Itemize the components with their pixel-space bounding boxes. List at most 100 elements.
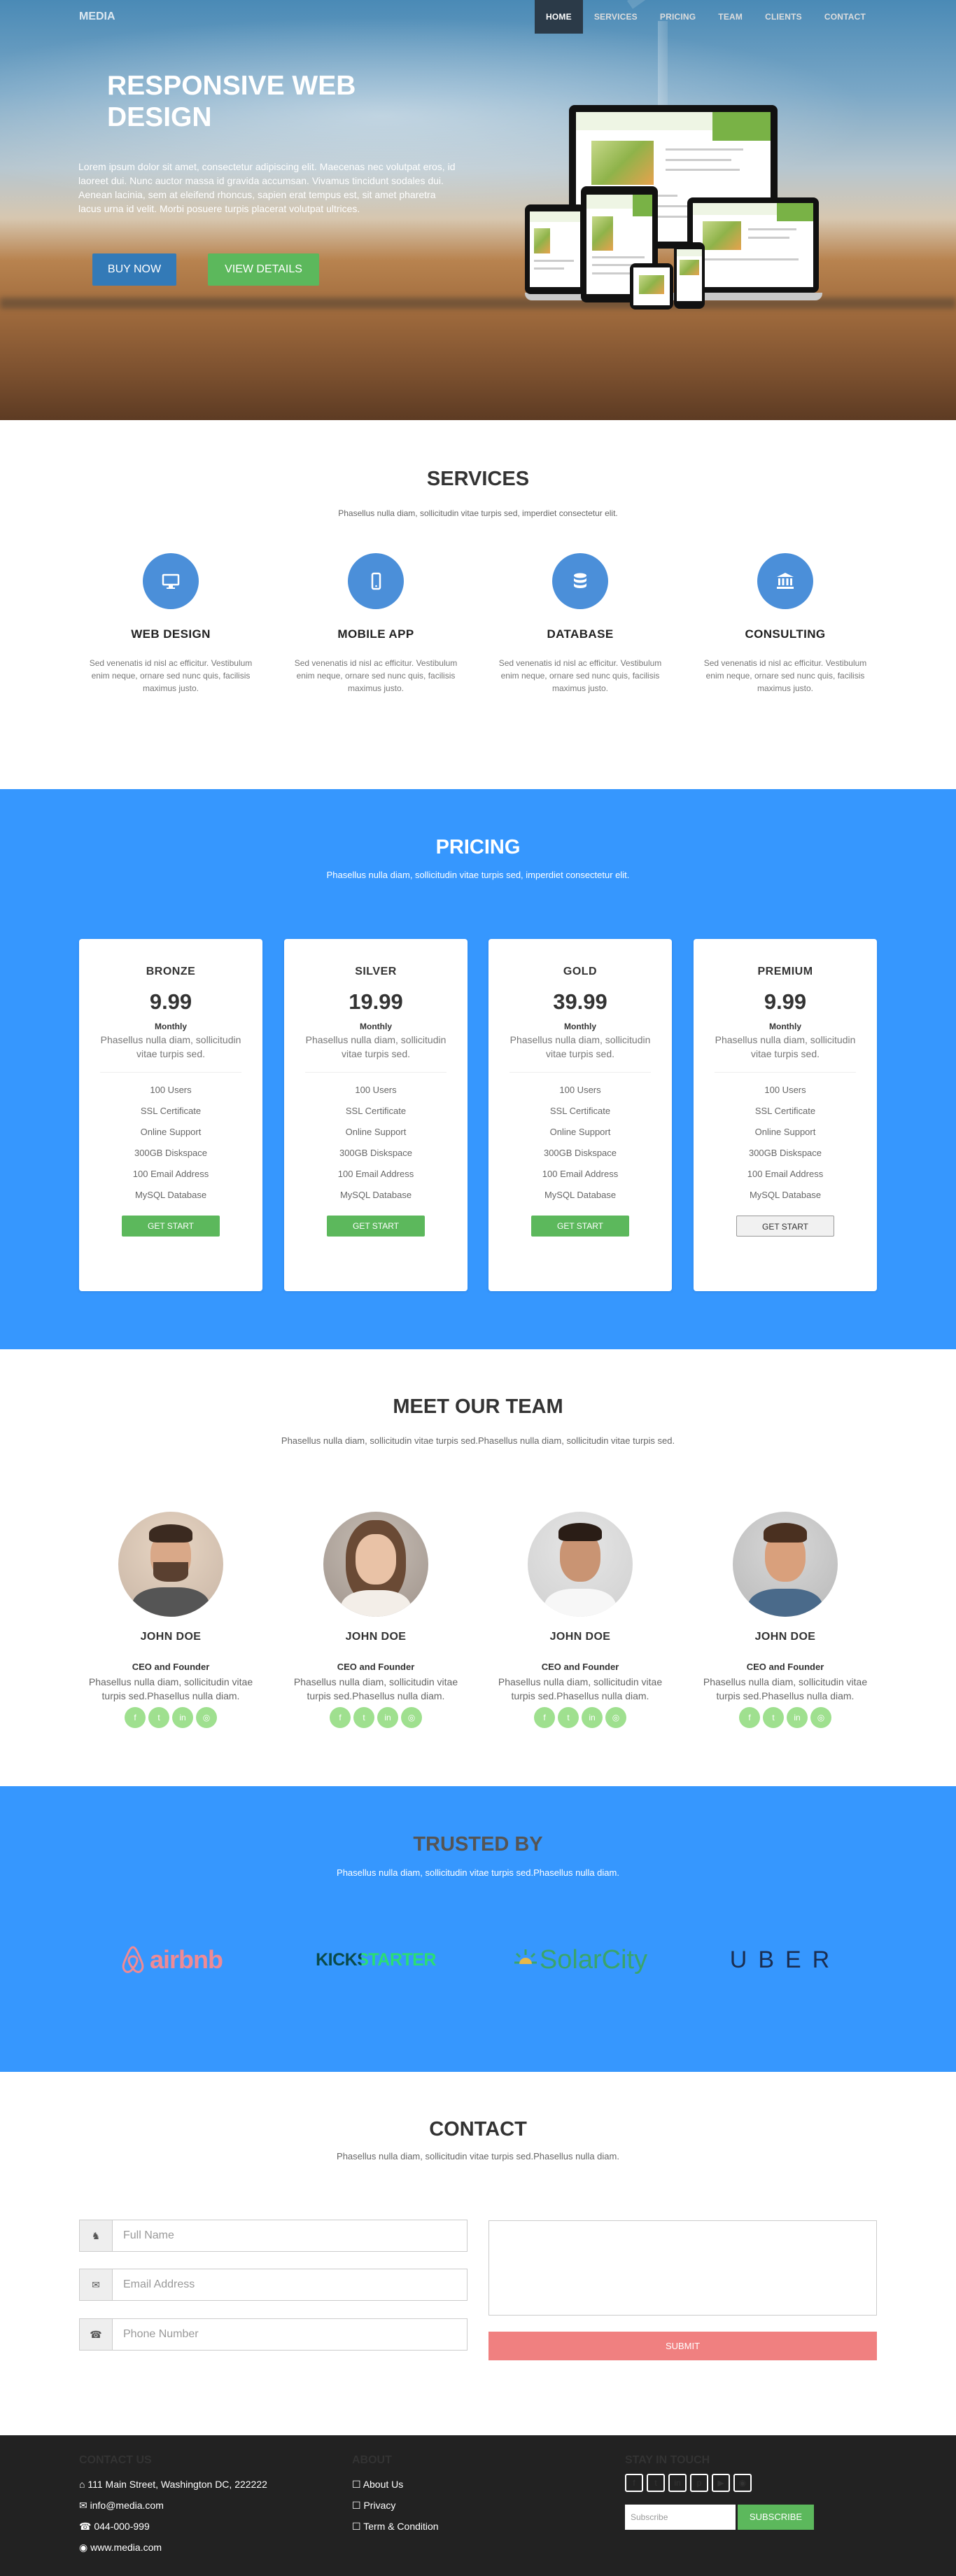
plan-name: PREMIUM [757, 966, 813, 977]
hero-title: RESPONSIVE WEB DESIGN [107, 71, 356, 132]
plan-feature: MySQL Database [544, 1190, 617, 1200]
nav-item-services[interactable]: SERVICES [583, 0, 649, 34]
twitter-icon[interactable]: t [647, 2474, 665, 2492]
envelope-icon: ✉ [79, 2500, 87, 2511]
team-member: JOHN DOE CEO and Founder Phasellus nulla… [488, 1512, 672, 1728]
kickstarter-logo[interactable]: KICKSTARTER [284, 1939, 468, 1981]
linkedin-icon[interactable]: in [172, 1707, 193, 1728]
plan-feature: SSL Certificate [345, 1106, 407, 1116]
footer-link-about[interactable]: About Us [363, 2479, 404, 2490]
plan-feature: Online Support [140, 1127, 202, 1137]
member-bio: Phasellus nulla diam, sollicitudin vitae… [498, 1676, 663, 1701]
service-title: MOBILE APP [337, 627, 414, 641]
message-textarea[interactable] [488, 2220, 877, 2316]
plan-name: BRONZE [146, 966, 196, 977]
mobile-icon [348, 553, 404, 609]
team-subtitle: Phasellus nulla diam, sollicitudin vitae… [281, 1435, 675, 1446]
plan-feature: MySQL Database [339, 1190, 412, 1200]
home-icon: ⌂ [79, 2479, 85, 2490]
service-mobile-app: MOBILE APP Sed venenatis id nisl ac effi… [284, 553, 468, 695]
footer-link-terms[interactable]: Term & Condition [363, 2521, 438, 2532]
plan-feature: SSL Certificate [140, 1106, 202, 1116]
top-navbar: MEDIA HOME SERVICES PRICING TEAM CLIENTS… [0, 0, 956, 34]
get-start-button[interactable]: GET START [736, 1216, 834, 1237]
plan-feature: SSL Certificate [754, 1106, 816, 1116]
get-start-button[interactable]: GET START [531, 1216, 629, 1237]
github-icon[interactable]: ◉ [733, 2474, 752, 2492]
dribbble-icon[interactable]: ◎ [401, 1707, 422, 1728]
footer-email[interactable]: info@media.com [90, 2500, 164, 2511]
footer-link-privacy[interactable]: Privacy [363, 2500, 395, 2511]
nav-item-contact[interactable]: CONTACT [813, 0, 877, 34]
team-member: JOHN DOE CEO and Founder Phasellus nulla… [284, 1512, 468, 1728]
facebook-icon[interactable]: f [330, 1707, 351, 1728]
member-bio: Phasellus nulla diam, sollicitudin vitae… [88, 1676, 253, 1701]
brand-logo[interactable]: MEDIA [79, 11, 115, 23]
member-bio: Phasellus nulla diam, sollicitudin vitae… [703, 1676, 868, 1701]
twitter-icon[interactable]: t [353, 1707, 374, 1728]
plan-desc: Phasellus nulla diam, sollicitudin vitae… [715, 1034, 856, 1059]
email-field[interactable]: ✉ Email Address [79, 2269, 468, 2301]
linkedin-icon[interactable]: in [787, 1707, 808, 1728]
plan-feature: 100 Email Address [542, 1169, 619, 1179]
kickstarter-wordmark: KICKSTARTER [316, 1949, 436, 1970]
avatar [733, 1512, 838, 1617]
dribbble-icon[interactable]: ◎ [196, 1707, 217, 1728]
member-name: JOHN DOE [345, 1631, 407, 1643]
dribbble-icon[interactable]: ◎ [605, 1707, 626, 1728]
linkedin-icon[interactable]: in [668, 2474, 687, 2492]
footer-phone: 044-000-999 [94, 2521, 150, 2532]
plan-feature: 300GB Diskspace [339, 1148, 413, 1158]
airbnb-logo[interactable]: airbnb [79, 1939, 262, 1981]
linkedin-icon[interactable]: in [377, 1707, 398, 1728]
plan-feature: 300GB Diskspace [134, 1148, 208, 1158]
nav-item-clients[interactable]: CLIENTS [754, 0, 813, 34]
facebook-icon[interactable]: f [125, 1707, 146, 1728]
plan-period: Monthly [360, 1022, 392, 1031]
plan-feature: 100 Email Address [132, 1169, 209, 1179]
phone-field[interactable]: ☎ Phone Number [79, 2318, 468, 2351]
plan-desc: Phasellus nulla diam, sollicitudin vitae… [100, 1034, 241, 1059]
facebook-icon[interactable]: f [625, 2474, 643, 2492]
plan-name: SILVER [355, 966, 397, 977]
facebook-icon[interactable]: f [739, 1707, 760, 1728]
submit-button[interactable]: SUBMIT [488, 2332, 877, 2360]
service-text: Sed venenatis id nisl ac efficitur. Vest… [89, 658, 253, 693]
twitter-icon[interactable]: t [763, 1707, 784, 1728]
envelope-icon: ✉ [80, 2269, 113, 2300]
get-start-button[interactable]: GET START [122, 1216, 220, 1237]
nav-item-team[interactable]: TEAM [707, 0, 754, 34]
plan-price: 9.99 [149, 989, 192, 1014]
uber-logo[interactable]: UBER [694, 1939, 877, 1981]
pinterest-icon[interactable]: p [690, 2474, 708, 2492]
service-text: Sed venenatis id nisl ac efficitur. Vest… [703, 658, 867, 693]
plan-period: Monthly [155, 1022, 187, 1031]
service-text: Sed venenatis id nisl ac efficitur. Vest… [498, 658, 662, 693]
uber-wordmark: UBER [729, 1946, 841, 1973]
pricing-card-premium: PREMIUM 9.99 Monthly Phasellus nulla dia… [694, 939, 877, 1291]
solarcity-logo[interactable]: SolarCity [488, 1939, 672, 1981]
member-name: JOHN DOE [140, 1631, 202, 1643]
contact-subtitle: Phasellus nulla diam, sollicitudin vitae… [337, 2151, 619, 2161]
footer-web[interactable]: www.media.com [90, 2542, 162, 2553]
buy-now-button[interactable]: BUY NOW [92, 253, 176, 286]
subscribe-input[interactable]: Subscribe [625, 2505, 736, 2530]
checkbox-icon: ☐ [352, 2500, 361, 2511]
view-details-button[interactable]: VIEW DETAILS [208, 253, 319, 286]
get-start-button[interactable]: GET START [327, 1216, 425, 1237]
nav-item-pricing[interactable]: PRICING [649, 0, 707, 34]
full-name-field[interactable]: ♞ Full Name [79, 2220, 468, 2252]
twitter-icon[interactable]: t [148, 1707, 169, 1728]
plan-feature: 300GB Diskspace [748, 1148, 822, 1158]
linkedin-icon[interactable]: in [582, 1707, 603, 1728]
nav-item-home[interactable]: HOME [535, 0, 583, 34]
youtube-icon[interactable]: ▶ [712, 2474, 730, 2492]
dribbble-icon[interactable]: ◎ [810, 1707, 831, 1728]
twitter-icon[interactable]: t [558, 1707, 579, 1728]
plan-feature: 100 Users [764, 1085, 806, 1095]
plan-price: 19.99 [349, 989, 403, 1014]
subscribe-button[interactable]: SUBSCRIBE [738, 2505, 814, 2530]
footer-stay-in-touch: STAY IN TOUCH f t in p ▶ ◉ [625, 2454, 755, 2492]
plan-feature: MySQL Database [749, 1190, 822, 1200]
facebook-icon[interactable]: f [534, 1707, 555, 1728]
